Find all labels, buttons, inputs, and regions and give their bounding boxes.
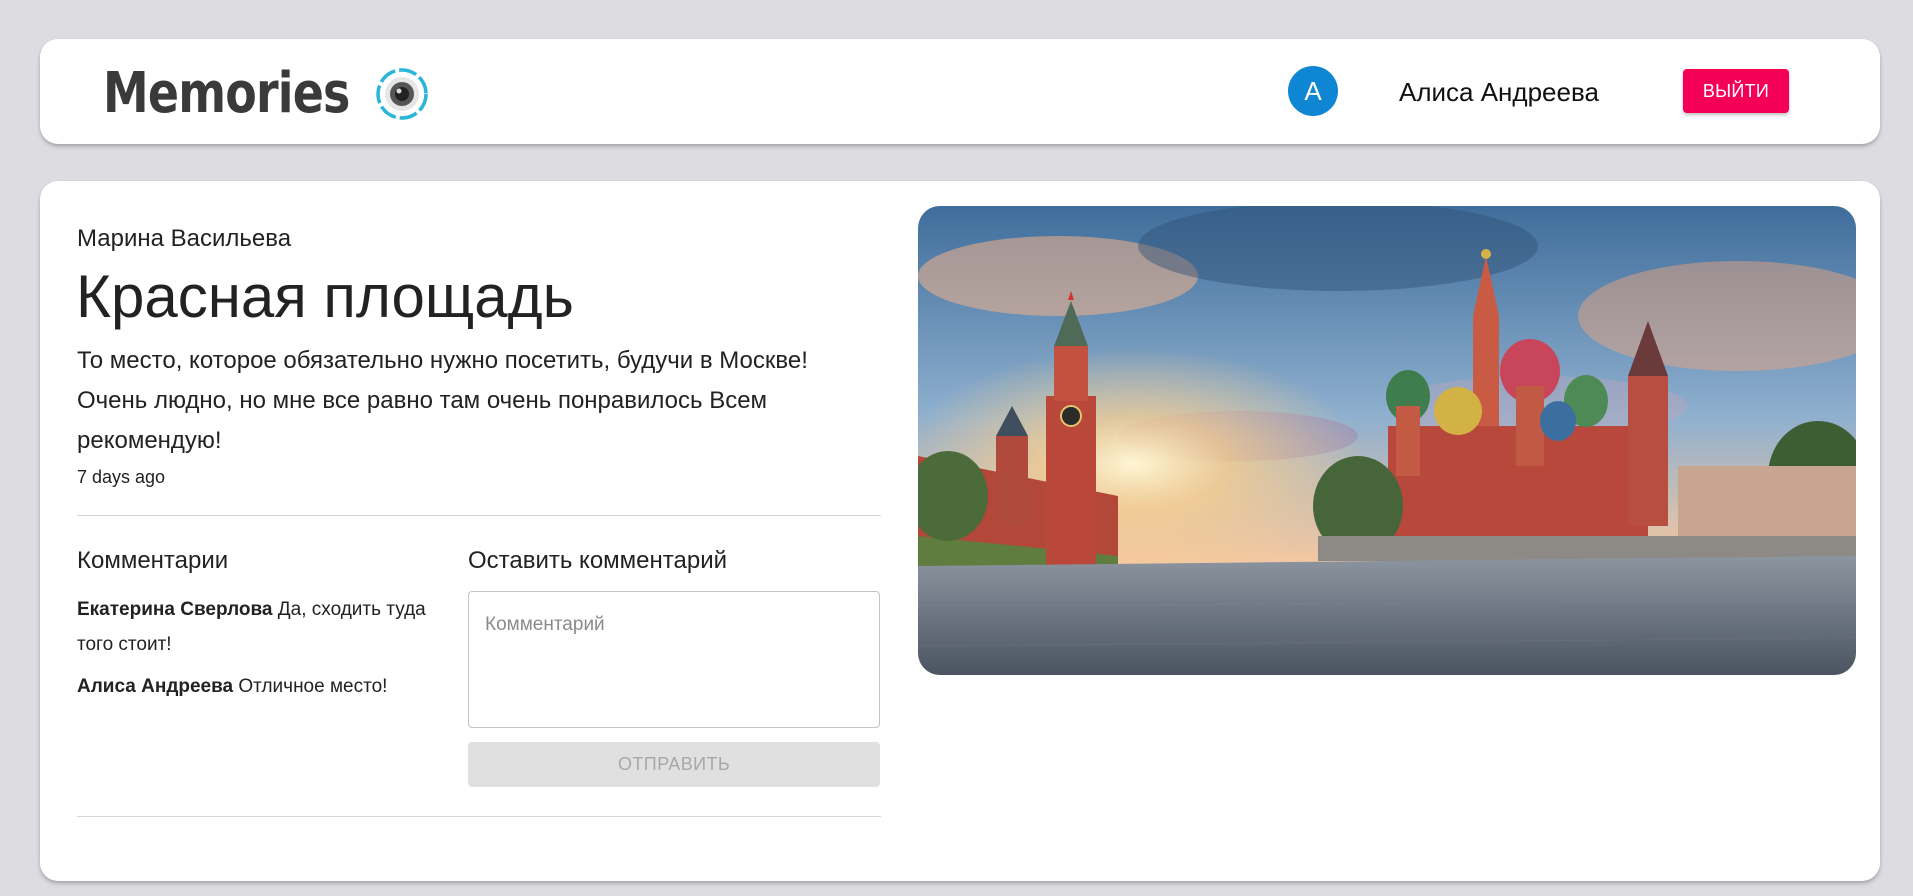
comment-item: Екатерина Сверлова Да, сходить туда того… (77, 592, 437, 662)
divider (77, 816, 881, 817)
app-bar: Memories A Алиса Андреева ВЫЙТИ (40, 39, 1880, 144)
submit-comment-button[interactable]: ОТПРАВИТЬ (468, 742, 880, 787)
comment-input[interactable] (468, 591, 880, 728)
comment-form-heading: Оставить комментарий (468, 547, 728, 574)
comment-item: Алиса Андреева Отличное место! (77, 669, 437, 704)
comment-text: Отличное место! (238, 676, 388, 697)
red-square-photo (918, 206, 1856, 675)
post-timestamp: 7 days ago (77, 467, 166, 487)
post-message: То место, которое обязательно нужно посе… (77, 347, 808, 454)
post-image (918, 206, 1856, 675)
divider (77, 515, 881, 516)
brand-title-text: Memories (103, 61, 350, 126)
comments-list: Екатерина Сверлова Да, сходить туда того… (77, 592, 437, 711)
brand-title: Memories (103, 65, 350, 123)
post-author: Марина Васильева (77, 225, 292, 252)
comment-author: Екатерина Сверлова (77, 599, 273, 620)
logout-button[interactable]: ВЫЙТИ (1683, 69, 1789, 113)
camera-lens-icon (376, 68, 428, 120)
user-name: Алиса Андреева (1399, 77, 1599, 107)
avatar[interactable]: A (1288, 66, 1338, 116)
comment-author: Алиса Андреева (77, 676, 234, 697)
post-details-card: Марина Васильева Красная площадь То мест… (40, 181, 1880, 881)
brand-logo[interactable]: Memories (103, 65, 428, 123)
post-title: Красная площадь (76, 263, 574, 330)
comments-heading: Комментарии (77, 547, 229, 574)
